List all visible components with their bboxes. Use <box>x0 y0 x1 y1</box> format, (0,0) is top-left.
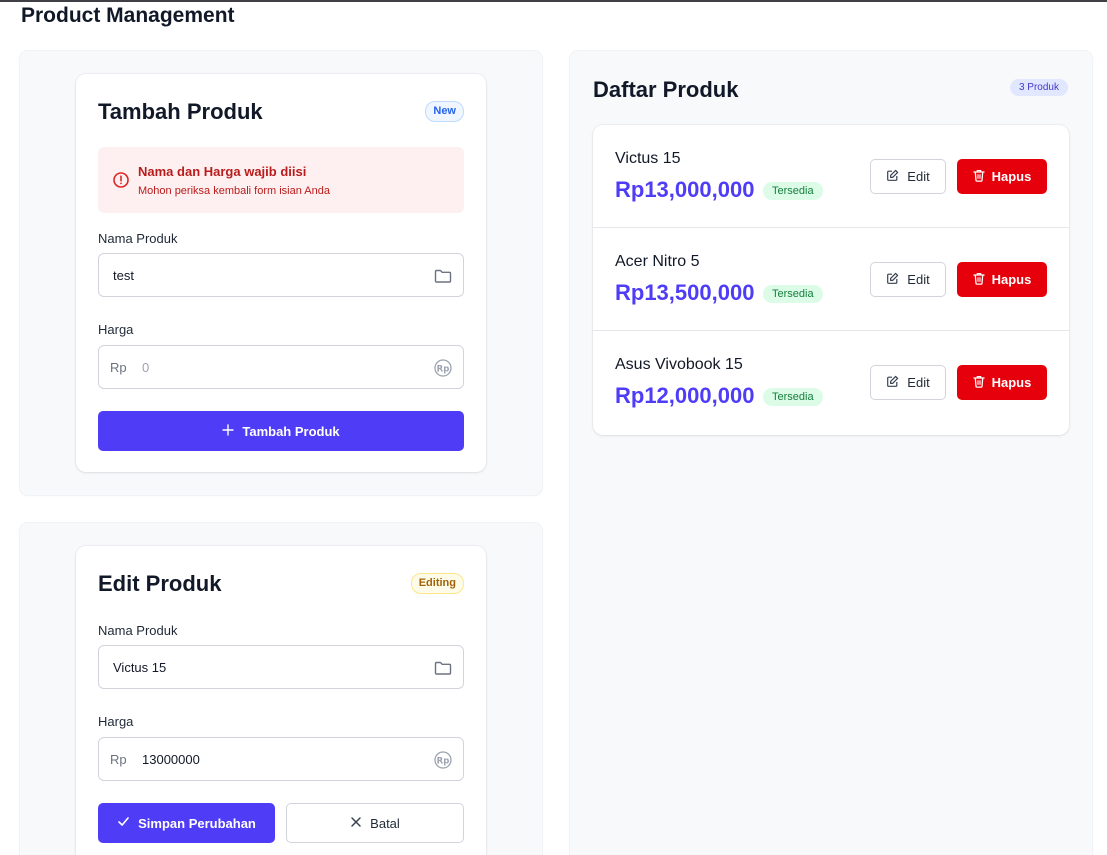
trash-icon <box>972 375 985 391</box>
edit-product-name-value: Victus 15 <box>113 660 167 675</box>
new-badge: New <box>425 101 464 122</box>
product-count-badge: 3 Produk <box>1009 79 1068 96</box>
product-price: Rp13,000,000 <box>615 177 755 202</box>
add-product-panel: Tambah Produk New Nama dan Harga wajib d… <box>20 51 542 495</box>
pencil-square-icon <box>886 169 899 185</box>
edit-product-card: Edit Produk Editing Nama Produk Victus 1… <box>76 546 486 855</box>
currency-prefix: Rp <box>110 360 127 375</box>
svg-text:Rp: Rp <box>437 365 450 375</box>
trash-icon <box>972 272 985 288</box>
edit-price-input[interactable]: Rp 13000000 Rp <box>98 737 464 781</box>
price-label: Harga <box>98 322 134 337</box>
add-product-button-label: Tambah Produk <box>242 423 340 439</box>
validation-alert: Nama dan Harga wajib diisi Mohon periksa… <box>98 147 464 213</box>
edit-button[interactable]: Edit <box>870 262 946 297</box>
status-badge: Tersedia <box>763 285 823 303</box>
edit-currency-prefix: Rp <box>110 752 127 767</box>
delete-button[interactable]: Hapus <box>957 159 1047 194</box>
trash-icon <box>972 169 985 185</box>
name-label: Nama Produk <box>98 231 178 246</box>
product-price: Rp13,500,000 <box>615 280 755 305</box>
product-list: Victus 15 Rp13,000,000 Tersedia Edit Hap… <box>593 125 1069 435</box>
folder-icon <box>433 658 453 678</box>
edit-product-panel: Edit Produk Editing Nama Produk Victus 1… <box>20 523 542 855</box>
status-badge: Tersedia <box>763 388 823 406</box>
edit-button[interactable]: Edit <box>870 159 946 194</box>
edit-button-label: Edit <box>907 169 930 184</box>
product-name: Victus 15 <box>615 150 681 167</box>
rupiah-icon: Rp <box>433 750 453 770</box>
edit-button-label: Edit <box>907 375 930 390</box>
list-item: Asus Vivobook 15 Rp12,000,000 Tersedia E… <box>593 331 1069 434</box>
list-item: Acer Nitro 5 Rp13,500,000 Tersedia Edit … <box>593 228 1069 331</box>
delete-button[interactable]: Hapus <box>957 365 1047 400</box>
delete-button-label: Hapus <box>991 272 1032 287</box>
editing-badge: Editing <box>410 573 464 594</box>
folder-icon <box>433 266 453 286</box>
close-icon <box>350 816 362 831</box>
edit-price-value: 13000000 <box>142 752 200 767</box>
edit-name-label: Nama Produk <box>98 623 178 638</box>
edit-button[interactable]: Edit <box>870 365 946 400</box>
delete-button-label: Hapus <box>991 375 1032 390</box>
product-name-input[interactable]: test <box>98 253 464 297</box>
rupiah-icon: Rp <box>433 358 453 378</box>
edit-product-name-input[interactable]: Victus 15 <box>98 645 464 689</box>
edit-product-title: Edit Produk <box>98 571 222 596</box>
page-title: Product Management <box>21 4 235 27</box>
pencil-square-icon <box>886 272 899 288</box>
product-name-value: test <box>113 268 134 283</box>
alert-title: Nama dan Harga wajib diisi <box>138 164 307 179</box>
add-product-title: Tambah Produk <box>98 99 263 124</box>
check-icon <box>117 815 130 831</box>
list-item: Victus 15 Rp13,000,000 Tersedia Edit Hap… <box>593 125 1069 228</box>
pencil-square-icon <box>886 375 899 391</box>
cancel-label: Batal <box>370 815 400 831</box>
status-badge: Tersedia <box>763 182 823 200</box>
alert-circle-icon <box>112 171 130 189</box>
delete-button-label: Hapus <box>991 169 1032 184</box>
add-product-card: Tambah Produk New Nama dan Harga wajib d… <box>76 74 486 472</box>
price-input[interactable]: Rp 0 Rp <box>98 345 464 389</box>
product-list-title: Daftar Produk <box>593 77 739 102</box>
top-border <box>0 0 1107 2</box>
svg-text:Rp: Rp <box>437 757 450 767</box>
cancel-button[interactable]: Batal <box>286 803 464 843</box>
alert-message: Mohon periksa kembali form isian Anda <box>138 185 330 197</box>
edit-button-label: Edit <box>907 272 930 287</box>
plus-icon <box>222 423 235 439</box>
save-changes-label: Simpan Perubahan <box>138 815 256 831</box>
add-product-button[interactable]: Tambah Produk <box>98 411 464 451</box>
save-changes-button[interactable]: Simpan Perubahan <box>98 803 275 843</box>
product-list-panel: Daftar Produk 3 Produk Victus 15 Rp13,00… <box>570 51 1092 855</box>
product-name: Asus Vivobook 15 <box>615 356 743 373</box>
product-name: Acer Nitro 5 <box>615 253 700 270</box>
product-price: Rp12,000,000 <box>615 383 755 408</box>
price-value: 0 <box>142 360 150 375</box>
delete-button[interactable]: Hapus <box>957 262 1047 297</box>
edit-price-label: Harga <box>98 714 134 729</box>
